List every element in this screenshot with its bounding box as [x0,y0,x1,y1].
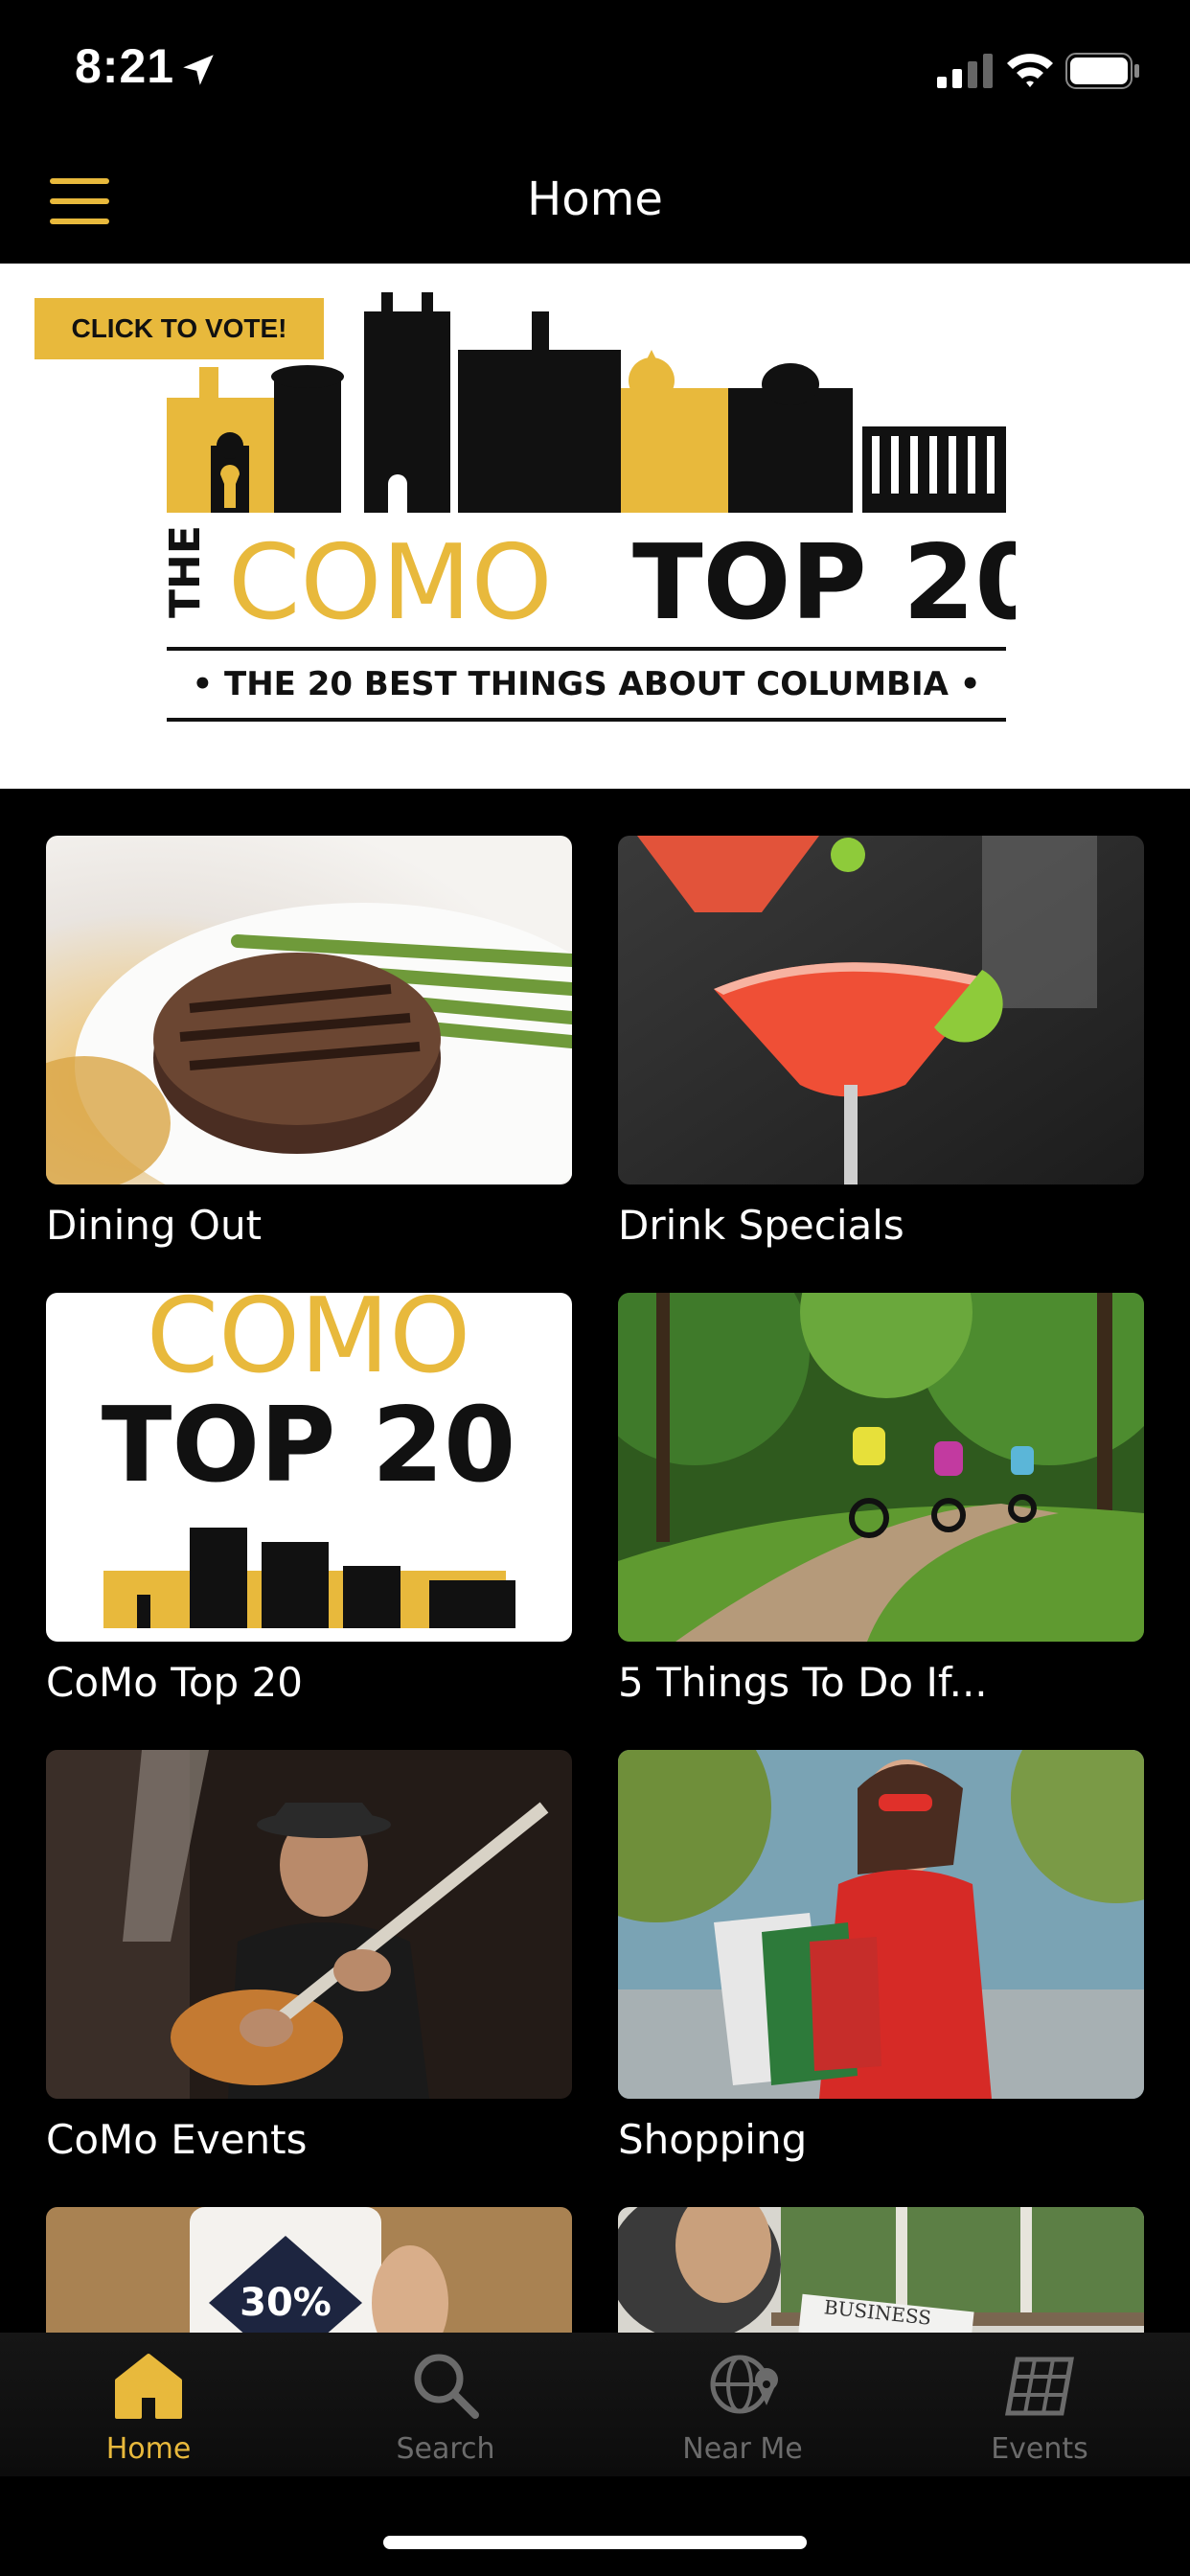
tile-label: Drink Specials [618,1202,904,1249]
svg-text:COMO: COMO [147,1293,471,1396]
tile-label: CoMo Top 20 [46,1659,303,1706]
svg-text:TOP 20: TOP 20 [102,1386,516,1506]
tab-search[interactable]: Search [297,2333,594,2476]
tab-label: Home [105,2432,192,2466]
tab-bar: Home Search Near Me Events [0,2333,1190,2476]
svg-text:• THE 20 BEST THINGS ABOUT COL: • THE 20 BEST THINGS ABOUT COLUMBIA • [192,665,980,703]
tile-label: Dining Out [46,1202,263,1249]
svg-text:COMO: COMO [228,523,553,643]
drink-specials-image [618,836,1144,1184]
5-things-image [618,1293,1144,1642]
tab-label: Search [396,2432,495,2466]
shopping-image [618,1750,1144,2099]
svg-text:TOP 20: TOP 20 [632,523,1016,643]
tile-label: Shopping [618,2116,808,2163]
wifi-icon [1007,54,1053,87]
nav-bar: Home [0,144,1190,264]
tile-drink-specials[interactable]: Drink Specials [618,836,1144,1249]
status-time: 8:21 [75,39,175,93]
vote-badge[interactable]: CLICK TO VOTE! [34,298,324,359]
status-bar: 8:21 [0,0,1190,144]
tab-label: Events [991,2432,1088,2466]
tile-label: CoMo Events [46,2116,308,2163]
battery-icon [1065,53,1139,89]
home-icon [115,2354,182,2419]
como-events-image [46,1750,572,2099]
tile-5-things-to-do[interactable]: 5 Things To Do If... [618,1293,1144,1706]
tile-como-top-20[interactable]: COMO TOP 20 CoMo Top 20 [46,1293,572,1706]
como-top-20-banner[interactable]: CLICK TO VOTE! THE COMO TOP 20 • THE 20 … [0,264,1190,789]
svg-text:THE: THE [161,525,210,618]
tile-dining-out[interactable]: Dining Out [46,836,572,1249]
tab-events[interactable]: Events [891,2333,1188,2476]
page-title: Home [527,172,663,226]
tab-near-me[interactable]: Near Me [594,2333,891,2476]
tile-shopping[interactable]: Shopping [618,1750,1144,2163]
globe-pin-icon [710,2355,778,2414]
search-icon [414,2354,479,2419]
tab-label: Near Me [682,2432,803,2466]
tab-home[interactable]: Home [0,2333,297,2476]
calendar-grid-icon [1005,2357,1074,2416]
dining-out-image [46,836,572,1184]
como-top-20-logo: THE COMO TOP 20 • THE 20 BEST THINGS ABO… [161,292,1016,722]
tile-como-events[interactable]: CoMo Events [46,1750,572,2163]
tile-label: 5 Things To Do If... [618,1659,988,1706]
bottom-safe-area [0,2476,1190,2576]
location-arrow-icon [183,55,214,85]
como-top-20-image: COMO TOP 20 [46,1293,572,1642]
svg-text:30%: 30% [240,2281,332,2325]
cellular-signal-icon [937,54,993,88]
home-indicator[interactable] [383,2536,807,2549]
